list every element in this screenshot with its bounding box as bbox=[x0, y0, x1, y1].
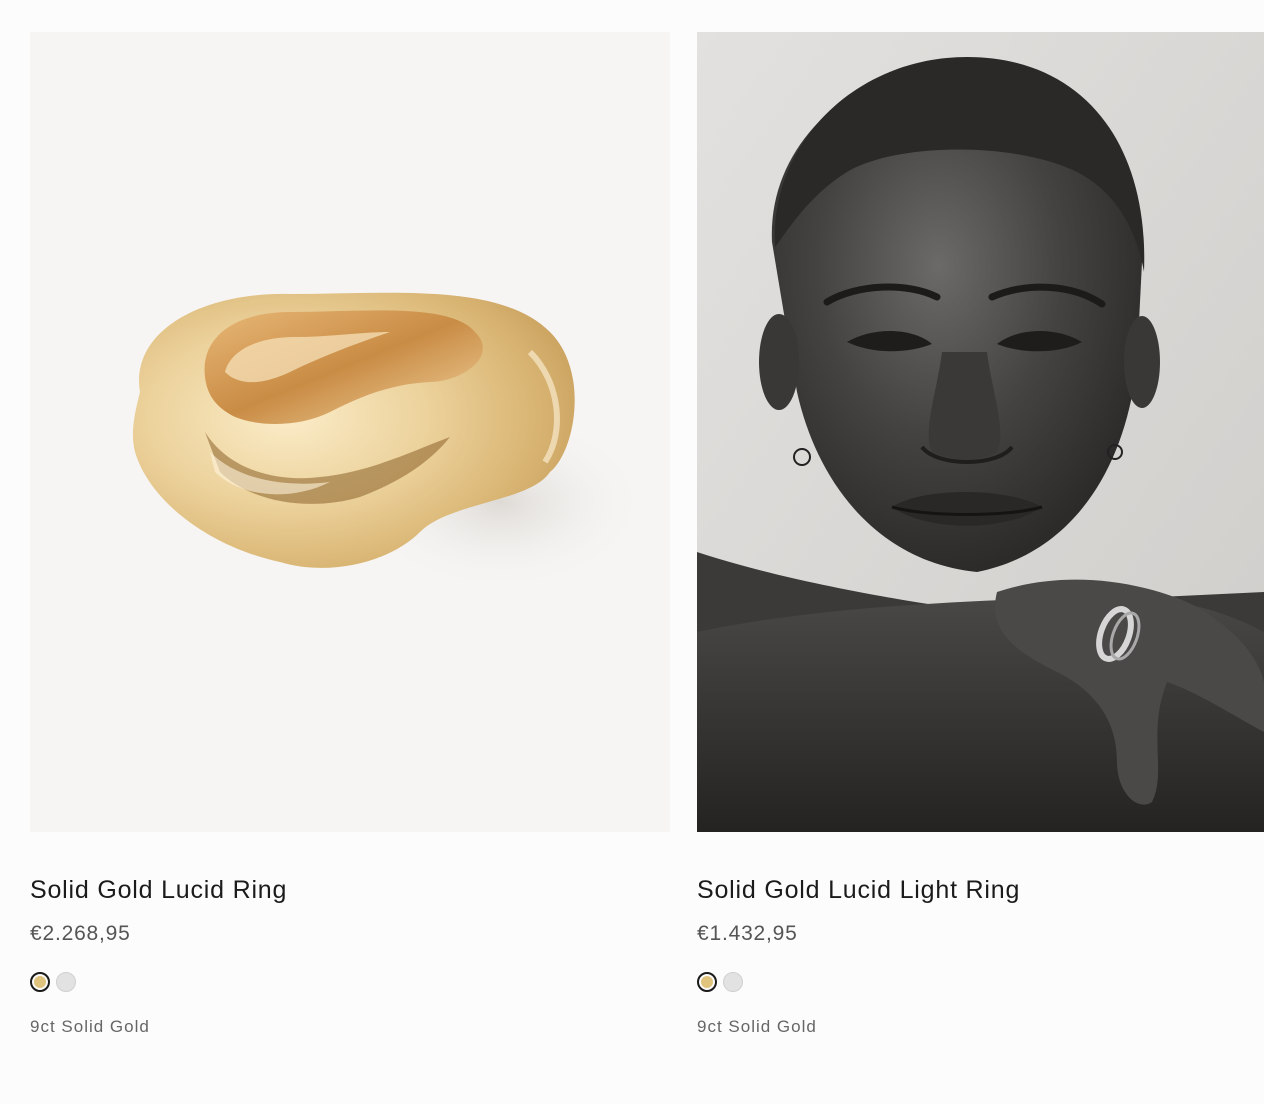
color-swatches bbox=[697, 970, 1264, 994]
model-portrait-image bbox=[697, 32, 1264, 832]
product-card-lucid-light-ring[interactable]: Solid Gold Lucid Light Ring €1.432,95 9c… bbox=[697, 32, 1264, 1038]
swatch-gold[interactable] bbox=[697, 972, 717, 992]
product-title[interactable]: Solid Gold Lucid Ring bbox=[30, 874, 670, 906]
product-grid: Solid Gold Lucid Ring €2.268,95 9ct Soli… bbox=[30, 32, 1264, 1072]
product-price: €2.268,95 bbox=[30, 922, 131, 945]
product-card-lucid-ring[interactable]: Solid Gold Lucid Ring €2.268,95 9ct Soli… bbox=[30, 32, 670, 1038]
swatch-silver[interactable] bbox=[56, 972, 76, 992]
product-material: 9ct Solid Gold bbox=[30, 1017, 150, 1036]
product-image[interactable] bbox=[30, 32, 670, 832]
color-swatches bbox=[30, 970, 670, 994]
product-price: €1.432,95 bbox=[697, 922, 798, 945]
swatch-gold[interactable] bbox=[30, 972, 50, 992]
product-title[interactable]: Solid Gold Lucid Light Ring bbox=[697, 874, 1264, 906]
gold-ring-image bbox=[132, 292, 650, 592]
swatch-silver[interactable] bbox=[723, 972, 743, 992]
product-material: 9ct Solid Gold bbox=[697, 1017, 817, 1036]
product-image[interactable] bbox=[697, 32, 1264, 832]
